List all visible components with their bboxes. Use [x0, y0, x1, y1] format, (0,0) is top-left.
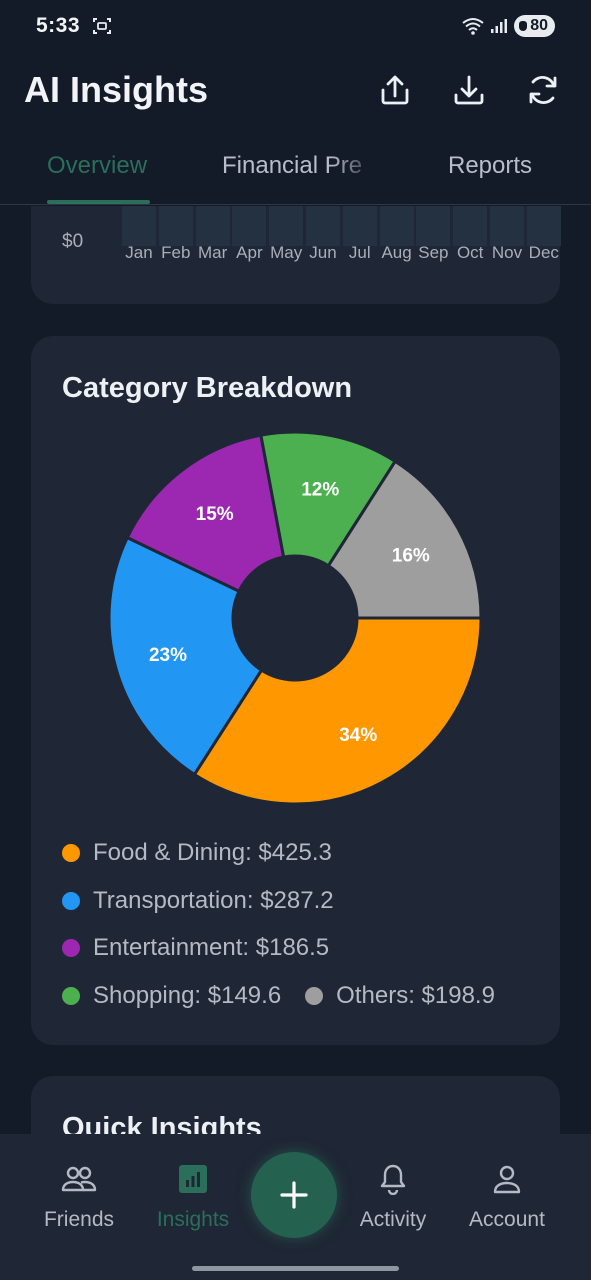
people-icon [61, 1166, 97, 1192]
home-indicator[interactable] [192, 1266, 399, 1271]
monthly-spending-card: $0 Jan Feb Mar Apr May Jun Jul Aug Sep Oct Nov Dec [31, 206, 561, 304]
share-button[interactable] [377, 72, 413, 108]
month-label-jul: Jul [348, 243, 371, 262]
legend-row-2: Transportation: $287.2 [62, 887, 358, 915]
legend-dot-transportation [62, 892, 80, 910]
legend-item-shopping: Shopping: $149.6 [62, 982, 281, 1010]
month-label-mar: Mar [197, 243, 228, 262]
legend-item-entertainment: Entertainment: $186.5 [62, 934, 329, 962]
pie-label-entertainment: 15% [196, 504, 234, 525]
nav-friends[interactable]: Friends [24, 1162, 134, 1232]
month-label-jun: Jun [309, 243, 337, 262]
month-bar-nov [490, 206, 524, 246]
category-pie-chart[interactable]: 34% 23% 15% 12% 16% [31, 336, 560, 806]
battery-indicator: 80 [514, 15, 555, 37]
month-bar-jul [342, 206, 377, 246]
legend-dot-food [62, 844, 80, 862]
pie-label-shopping: 12% [301, 479, 339, 500]
category-breakdown-card: Category Breakdown 34% 23% 15% 12% 16% Food … [31, 336, 560, 1045]
share-icon [381, 75, 409, 105]
legend-label-others: Others: $198.9 [336, 982, 495, 1009]
bar-chart-icon [179, 1165, 207, 1193]
month-bar-apr [232, 206, 267, 246]
pie-label-others: 16% [392, 546, 430, 567]
app-actions [377, 72, 561, 108]
month-bar-sep [416, 206, 451, 246]
month-label-feb: Feb [161, 243, 191, 262]
nav-friends-label: Friends [43, 1208, 115, 1231]
month-bar-oct [453, 206, 488, 246]
month-label-aug: Aug [381, 243, 412, 262]
pie-label-food-dining: 34% [339, 725, 377, 746]
legend-row-3: Entertainment: $186.5 [62, 934, 353, 962]
pie-label-transportation: 23% [149, 645, 187, 666]
legend-label-shopping: Shopping: $149.6 [93, 982, 282, 1009]
month-label-jan: Jan [125, 243, 153, 262]
legend-label-entertainment: Entertainment: $186.5 [93, 934, 330, 961]
tab-bar: Overview Financial Pre Reports [0, 128, 591, 205]
legend-row-4: Shopping: $149.6 Others: $198.9 [62, 982, 519, 1010]
month-label-oct: Oct [456, 243, 484, 262]
page-title: AI Insights [24, 69, 209, 110]
tab-reports[interactable]: Reports [448, 152, 532, 180]
add-transaction-button[interactable] [251, 1152, 337, 1238]
month-bar-aug [379, 206, 414, 246]
legend-label-food: Food & Dining: $425.3 [93, 839, 332, 866]
nav-insights-label: Insights [156, 1208, 230, 1231]
nav-activity-label: Activity [359, 1208, 427, 1231]
legend-item-others: Others: $198.9 [305, 982, 495, 1010]
legend-dot-shopping [62, 987, 80, 1005]
screenshot-icon [93, 18, 112, 34]
download-icon [454, 75, 484, 105]
month-bar-feb [158, 206, 193, 246]
battery-level: 80 [530, 17, 548, 34]
refresh-button[interactable] [525, 72, 561, 108]
battery-icon [519, 21, 528, 31]
refresh-icon [529, 75, 557, 105]
signal-icon [491, 19, 508, 33]
month-label-may: May [270, 243, 303, 262]
month-label-dec: Dec [528, 243, 559, 262]
insights-scroll-area[interactable]: $0 Jan Feb Mar Apr May Jun Jul Aug Sep Oct Nov Dec … [0, 206, 591, 1134]
legend-row-1: Food & Dining: $425.3 [62, 839, 356, 867]
person-icon [493, 1165, 521, 1194]
month-label-nov: Nov [491, 243, 523, 262]
legend-label-transportation: Transportation: $287.2 [93, 887, 334, 914]
plus-icon [280, 1181, 308, 1209]
month-bar-may [269, 206, 304, 246]
tab-active-indicator [47, 200, 150, 204]
legend-item-transportation: Transportation: $287.2 [62, 887, 334, 915]
app-bar: AI Insights [0, 52, 591, 128]
download-button[interactable] [451, 72, 487, 108]
legend-dot-others [305, 987, 324, 1005]
nav-account-label: Account [469, 1208, 545, 1231]
month-bar-jan [122, 206, 156, 246]
month-bar-dec [526, 206, 561, 246]
wifi-icon [462, 18, 484, 35]
legend-dot-entertainment [62, 939, 80, 957]
bottom-navigation: Friends Insights Activity Account [0, 1134, 591, 1280]
nav-account[interactable]: Account [452, 1162, 562, 1232]
bell-icon [380, 1164, 406, 1195]
status-time: 5:33 [36, 14, 81, 37]
quick-insights-title: Quick Insights [62, 1112, 262, 1134]
nav-insights[interactable]: Insights [138, 1162, 248, 1232]
tab-overflow-fade [330, 146, 380, 186]
month-bar-mar [195, 206, 230, 246]
status-bar: 5:33 80 [0, 0, 591, 52]
month-bar-jun [306, 206, 340, 246]
month-label-sep: Sep [418, 243, 449, 262]
quick-insights-card: Quick Insights [31, 1076, 560, 1134]
tab-overview[interactable]: Overview [47, 152, 147, 180]
legend-item-food: Food & Dining: $425.3 [62, 839, 332, 867]
y-axis-zero-label: $0 [62, 231, 84, 252]
month-label-apr: Apr [236, 243, 263, 262]
nav-activity[interactable]: Activity [338, 1162, 448, 1232]
